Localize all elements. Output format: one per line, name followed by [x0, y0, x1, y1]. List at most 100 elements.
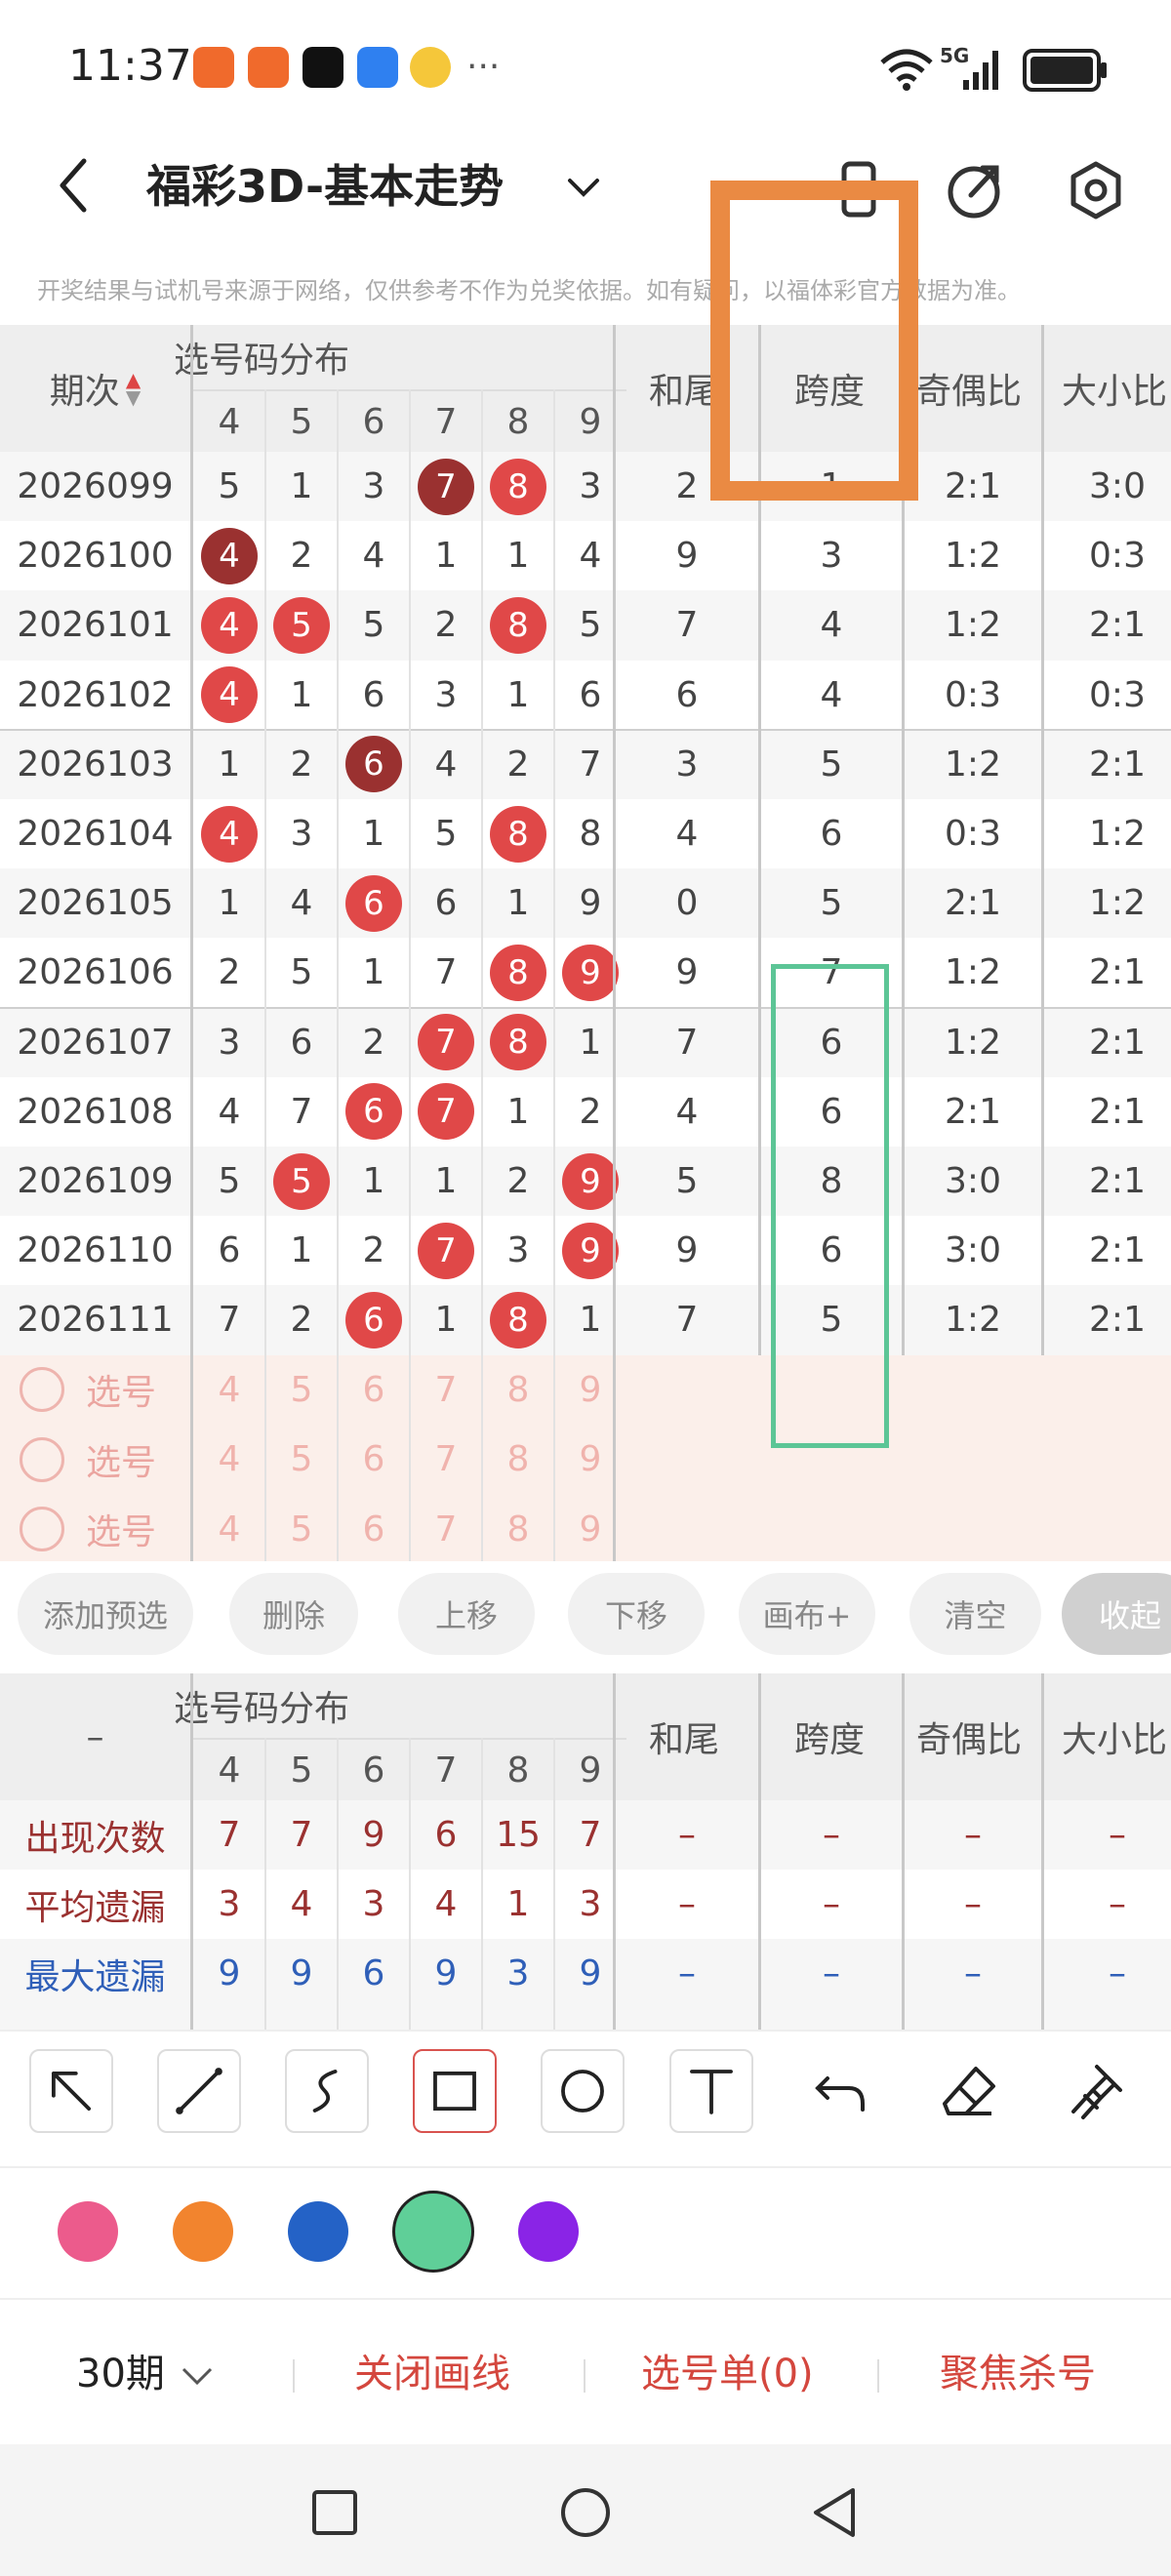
period-cell: 2026109 — [17, 1161, 174, 1202]
text-tool-button[interactable] — [669, 2049, 753, 2133]
add-preselect-button[interactable]: 添加预选 — [18, 1573, 193, 1655]
arrow-tool-button[interactable] — [29, 2049, 113, 2133]
digit-cell: 4 — [193, 661, 265, 730]
back-button[interactable] — [45, 151, 103, 220]
focus-kill-button[interactable]: 聚焦杀号 — [940, 2342, 1096, 2398]
odd-even-cell: 2:1 — [945, 466, 1001, 507]
select-digit[interactable]: 6 — [338, 1355, 410, 1425]
stats-row-label: 最大遗漏 — [24, 1956, 166, 1997]
digit-cell: 6 — [338, 868, 410, 938]
select-radio-icon[interactable] — [20, 1367, 64, 1413]
odd-even-cell: 1:2 — [945, 536, 1001, 577]
hewei-cell: 7 — [675, 605, 699, 646]
digit-cell: 4 — [193, 799, 265, 868]
chevron-down-icon[interactable] — [562, 166, 605, 209]
period-cell: 2026099 — [17, 466, 174, 507]
group-divider — [0, 1006, 1171, 1009]
stats-value: – — [964, 1815, 982, 1855]
big-small-cell: 2:1 — [1089, 1230, 1146, 1271]
circle-tool-button[interactable] — [541, 2049, 625, 2133]
stats-value: – — [678, 1953, 696, 1993]
digit-cell: 5 — [290, 952, 313, 993]
pick-list-button[interactable]: 选号单(0) — [641, 2342, 814, 2398]
move-up-button[interactable]: 上移 — [398, 1573, 535, 1655]
hewei-cell: 3 — [675, 744, 699, 785]
odd-even-cell: 2:1 — [945, 1091, 1001, 1132]
select-row[interactable]: 选号 — [20, 1425, 176, 1494]
clear-brush-tool-button[interactable] — [1054, 2049, 1138, 2133]
clear-button[interactable]: 清空 — [909, 1573, 1041, 1655]
digit-cell: 7 — [434, 952, 458, 993]
select-digit[interactable]: 8 — [482, 1495, 554, 1564]
big-small-cell: 0:3 — [1089, 674, 1146, 715]
chevron-down-icon — [182, 2367, 212, 2386]
color-swatch[interactable] — [173, 2201, 233, 2262]
digit-header: 5 — [265, 1738, 338, 1800]
undo-icon — [815, 2076, 865, 2112]
collapse-button[interactable]: 收起 — [1062, 1573, 1171, 1655]
move-down-button[interactable]: 下移 — [568, 1573, 705, 1655]
select-radio-icon[interactable] — [20, 1436, 64, 1482]
select-digit[interactable]: 7 — [410, 1495, 482, 1564]
digit-cell: 4 — [193, 590, 265, 660]
color-swatch[interactable] — [392, 2191, 474, 2273]
digit-cell: 1 — [434, 1161, 458, 1202]
rectangle-tool-button[interactable] — [413, 2049, 497, 2133]
hewei-cell: 7 — [675, 1022, 699, 1063]
select-digit[interactable]: 6 — [338, 1425, 410, 1494]
digit-header: 5 — [265, 389, 338, 452]
digit-header: 8 — [482, 1738, 554, 1800]
settings-icon[interactable] — [1062, 156, 1130, 224]
hit-ball: 8 — [490, 944, 546, 1001]
select-row[interactable]: 选号 — [20, 1355, 176, 1425]
select-digit[interactable]: 5 — [265, 1495, 338, 1564]
color-swatch[interactable] — [58, 2201, 118, 2262]
home-icon[interactable] — [559, 2486, 612, 2539]
drawn-rectangle-orange[interactable] — [710, 181, 918, 501]
column-divider — [613, 1673, 616, 2030]
color-swatch[interactable] — [518, 2201, 579, 2262]
close-lines-button[interactable]: 关闭画线 — [354, 2342, 510, 2398]
drawn-rectangle-green[interactable] — [771, 964, 889, 1448]
color-swatch[interactable] — [288, 2201, 348, 2262]
big-small-cell: 2:1 — [1089, 1091, 1146, 1132]
period-select[interactable]: 30期 — [76, 2342, 217, 2398]
period-cell: 2026108 — [17, 1091, 174, 1132]
odd-even-cell: 3:0 — [945, 1230, 1001, 1271]
sort-icon[interactable]: ▲ ▼ — [126, 370, 141, 407]
hit-ball: 6 — [345, 736, 402, 793]
undo-tool-button[interactable] — [798, 2049, 882, 2133]
select-radio-icon[interactable] — [20, 1507, 64, 1552]
select-digit[interactable]: 7 — [410, 1355, 482, 1425]
select-row[interactable]: 选号 — [20, 1495, 176, 1564]
select-digit[interactable]: 8 — [482, 1355, 554, 1425]
stats-row-label: 出现次数 — [24, 1818, 166, 1859]
canvas-plus-button[interactable]: 画布+ — [739, 1573, 875, 1655]
select-digit[interactable]: 4 — [193, 1495, 265, 1564]
select-digit[interactable]: 5 — [265, 1355, 338, 1425]
digit-cell: 3 — [434, 674, 458, 715]
span-header: 跨度 — [794, 1720, 866, 1760]
select-digit[interactable]: 8 — [482, 1425, 554, 1494]
big-small-cell: 2:1 — [1089, 1022, 1146, 1063]
line-tool-button[interactable] — [157, 2049, 241, 2133]
delete-button[interactable]: 删除 — [229, 1573, 358, 1655]
select-digit[interactable]: 4 — [193, 1355, 265, 1425]
period-header[interactable]: 期次 ▲ ▼ — [0, 325, 190, 452]
select-digit[interactable]: 6 — [338, 1495, 410, 1564]
period-cell: 2026105 — [17, 883, 174, 924]
select-label: 选号 — [86, 1442, 157, 1483]
hewei-cell: 6 — [675, 674, 699, 715]
digit-cell: 3 — [218, 1022, 241, 1063]
recent-apps-icon[interactable] — [310, 2488, 359, 2537]
select-digit[interactable]: 7 — [410, 1425, 482, 1494]
select-digit[interactable]: 4 — [193, 1425, 265, 1494]
share-icon[interactable] — [942, 156, 1010, 224]
stats-value: 15 — [496, 1815, 541, 1855]
select-digit[interactable]: 5 — [265, 1425, 338, 1494]
eraser-tool-button[interactable] — [927, 2049, 1011, 2133]
digit-divider — [481, 389, 483, 1561]
page-title[interactable]: 福彩3D-基本走势 — [146, 151, 504, 216]
curve-tool-button[interactable] — [285, 2049, 369, 2133]
back-nav-icon[interactable] — [810, 2486, 859, 2539]
